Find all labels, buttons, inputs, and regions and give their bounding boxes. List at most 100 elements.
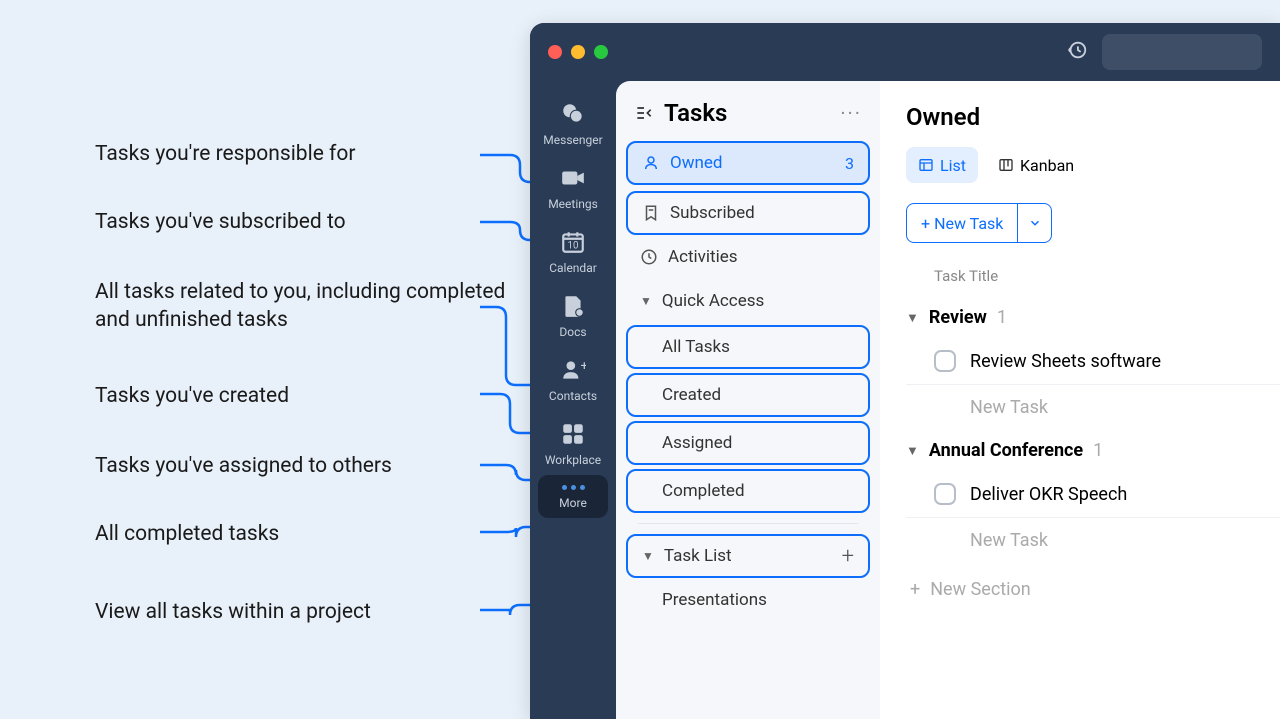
- rail-label: More: [559, 496, 587, 510]
- sidebar-item-label: Owned: [670, 153, 722, 173]
- clock-icon: [640, 248, 658, 266]
- sidebar-item-subscribed[interactable]: Subscribed: [626, 191, 870, 235]
- button-label: New Task: [934, 214, 1003, 233]
- main-content: Owned List Kanban + New Task: [880, 81, 1280, 719]
- task-title: Deliver OKR Speech: [970, 484, 1127, 505]
- rail-calendar[interactable]: 10 Calendar: [538, 219, 608, 283]
- task-list-item-label: Presentations: [662, 590, 767, 610]
- button-label: New Section: [930, 579, 1031, 600]
- task-checkbox[interactable]: [934, 483, 956, 505]
- history-icon[interactable]: [1066, 39, 1088, 65]
- quick-access-header[interactable]: ▼ Quick Access: [626, 279, 870, 323]
- messenger-icon: [560, 101, 586, 127]
- page-title: Owned: [906, 103, 1280, 131]
- list-icon: [918, 157, 934, 173]
- calendar-icon: 10: [560, 229, 586, 255]
- new-task-inline[interactable]: New Task: [906, 518, 1280, 563]
- new-task-button-group: + New Task: [906, 203, 1052, 243]
- svg-text:+: +: [581, 359, 586, 374]
- qa-item-label: Created: [662, 385, 721, 405]
- new-task-button[interactable]: + New Task: [907, 204, 1017, 242]
- chevron-down-icon: ▼: [640, 294, 652, 308]
- sidebar-item-activities[interactable]: Activities: [626, 235, 870, 279]
- person-icon: [642, 154, 660, 172]
- svg-text:10: 10: [568, 241, 579, 252]
- contacts-icon: +: [560, 357, 586, 383]
- new-section-button[interactable]: + New Section: [906, 563, 1280, 600]
- plus-icon: +: [910, 579, 920, 600]
- task-row[interactable]: Deliver OKR Speech: [906, 471, 1280, 518]
- task-list-header[interactable]: ▼ Task List +: [626, 534, 870, 578]
- divider: [638, 523, 858, 524]
- app-window: Messenger Meetings 10 Calendar Docs + Co…: [530, 23, 1280, 719]
- workplace-icon: [560, 421, 586, 447]
- section-count: 1: [1093, 440, 1103, 461]
- titlebar: [530, 23, 1280, 81]
- rail-label: Calendar: [549, 261, 597, 275]
- task-row[interactable]: Review Sheets software: [906, 338, 1280, 385]
- new-task-inline[interactable]: New Task: [906, 385, 1280, 430]
- rail-contacts[interactable]: + Contacts: [538, 347, 608, 411]
- search-input[interactable]: [1102, 34, 1262, 70]
- chevron-down-icon: [1028, 216, 1042, 230]
- qa-item-created[interactable]: Created: [626, 373, 870, 417]
- qa-item-label: All Tasks: [662, 337, 730, 357]
- section-annual-conference[interactable]: ▼ Annual Conference 1: [906, 430, 1280, 471]
- rail-messenger[interactable]: Messenger: [538, 91, 608, 155]
- tab-list[interactable]: List: [906, 147, 978, 183]
- annotation-created: Tasks you've created: [95, 382, 289, 410]
- rail-docs[interactable]: Docs: [538, 283, 608, 347]
- maximize-window-button[interactable]: [594, 45, 608, 59]
- new-task-placeholder: New Task: [970, 530, 1048, 551]
- video-icon: [560, 165, 586, 191]
- app-rail: Messenger Meetings 10 Calendar Docs + Co…: [530, 81, 616, 719]
- close-window-button[interactable]: [548, 45, 562, 59]
- chevron-down-icon: ▼: [642, 549, 654, 563]
- sidebar-item-owned[interactable]: Owned 3: [626, 141, 870, 185]
- column-header-title: Task Title: [906, 267, 1280, 297]
- sidebar-collapse-icon[interactable]: [634, 103, 654, 123]
- more-icon: [562, 485, 585, 490]
- task-checkbox[interactable]: [934, 350, 956, 372]
- rail-label: Meetings: [548, 197, 598, 211]
- sidebar-item-count: 3: [845, 154, 854, 173]
- section-review[interactable]: ▼ Review 1: [906, 297, 1280, 338]
- kanban-icon: [998, 157, 1014, 173]
- more-options-icon[interactable]: ···: [840, 101, 862, 125]
- qa-item-all-tasks[interactable]: All Tasks: [626, 325, 870, 369]
- qa-item-label: Assigned: [662, 433, 732, 453]
- sidebar-item-label: Subscribed: [670, 203, 755, 223]
- annotation-owned: Tasks you're responsible for: [95, 140, 355, 168]
- tab-kanban[interactable]: Kanban: [986, 147, 1086, 183]
- annotation-assigned: Tasks you've assigned to others: [95, 452, 392, 480]
- plus-icon: +: [921, 214, 930, 233]
- rail-label: Messenger: [543, 133, 602, 147]
- tasks-sidebar: Tasks ··· Owned 3 Subscribed Activities …: [616, 81, 880, 719]
- sidebar-title: Tasks: [664, 99, 830, 127]
- tab-label: List: [940, 156, 966, 175]
- minimize-window-button[interactable]: [571, 45, 585, 59]
- annotation-all-tasks: All tasks related to you, including comp…: [95, 278, 515, 335]
- sidebar-item-label: Activities: [668, 247, 738, 267]
- new-task-placeholder: New Task: [970, 397, 1048, 418]
- section-name: Annual Conference: [929, 440, 1083, 461]
- qa-item-assigned[interactable]: Assigned: [626, 421, 870, 465]
- task-list-item-presentations[interactable]: Presentations: [616, 578, 880, 622]
- new-task-dropdown-button[interactable]: [1017, 204, 1051, 242]
- annotation-completed: All completed tasks: [95, 520, 279, 548]
- rail-label: Workplace: [545, 453, 601, 467]
- qa-item-completed[interactable]: Completed: [626, 469, 870, 513]
- add-task-list-button[interactable]: +: [842, 544, 854, 569]
- section-header-label: Task List: [664, 546, 732, 566]
- docs-icon: [560, 293, 586, 319]
- rail-workplace[interactable]: Workplace: [538, 411, 608, 475]
- task-title: Review Sheets software: [970, 351, 1161, 372]
- rail-label: Docs: [559, 325, 586, 339]
- tab-label: Kanban: [1020, 156, 1074, 175]
- chevron-down-icon: ▼: [906, 443, 919, 459]
- rail-more[interactable]: More: [538, 475, 608, 518]
- bookmark-icon: [642, 204, 660, 222]
- qa-item-label: Completed: [662, 481, 745, 501]
- rail-meetings[interactable]: Meetings: [538, 155, 608, 219]
- chevron-down-icon: ▼: [906, 310, 919, 326]
